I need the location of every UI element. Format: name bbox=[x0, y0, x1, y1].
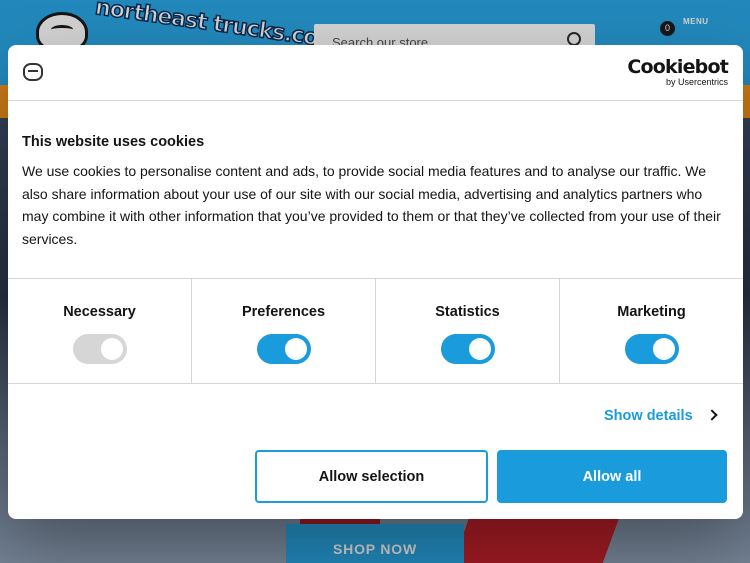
toggle-knob bbox=[284, 338, 307, 360]
cookiebot-logo[interactable]: Cookiebot by Usercentrics bbox=[627, 57, 728, 88]
category-label: Preferences bbox=[241, 304, 326, 320]
dialog-header: Cookiebot by Usercentrics bbox=[8, 45, 743, 101]
necessary-toggle bbox=[72, 334, 127, 364]
statistics-toggle[interactable] bbox=[440, 334, 495, 364]
cookie-categories: Necessary Preferences Statistics Marketi… bbox=[8, 278, 743, 384]
cookiebot-sub: by Usercentrics bbox=[665, 77, 728, 87]
site-logo-icon bbox=[23, 63, 43, 81]
chevron-right-icon[interactable] bbox=[706, 409, 718, 421]
dialog-body-text: We use cookies to personalise content an… bbox=[22, 163, 721, 248]
toggle-knob bbox=[100, 338, 123, 360]
preferences-toggle[interactable] bbox=[256, 334, 311, 364]
show-details-link[interactable]: Show details bbox=[604, 408, 693, 424]
cookie-consent-dialog: Cookiebot by Usercentrics This website u… bbox=[8, 45, 743, 519]
category-statistics: Statistics bbox=[376, 279, 560, 383]
category-marketing: Marketing bbox=[560, 279, 743, 383]
category-label: Statistics bbox=[435, 304, 500, 320]
category-label: Necessary bbox=[63, 304, 136, 320]
allow-all-button[interactable]: Allow all bbox=[497, 450, 727, 503]
category-label: Marketing bbox=[617, 304, 686, 320]
marketing-toggle[interactable] bbox=[624, 334, 679, 364]
dialog-title: This website uses cookies bbox=[22, 134, 205, 150]
category-necessary: Necessary bbox=[8, 279, 192, 383]
toggle-knob bbox=[468, 338, 491, 360]
allow-selection-button[interactable]: Allow selection bbox=[255, 450, 488, 503]
category-preferences: Preferences bbox=[192, 279, 376, 383]
cookiebot-brand: Cookiebot bbox=[627, 56, 728, 78]
toggle-knob bbox=[652, 338, 675, 360]
